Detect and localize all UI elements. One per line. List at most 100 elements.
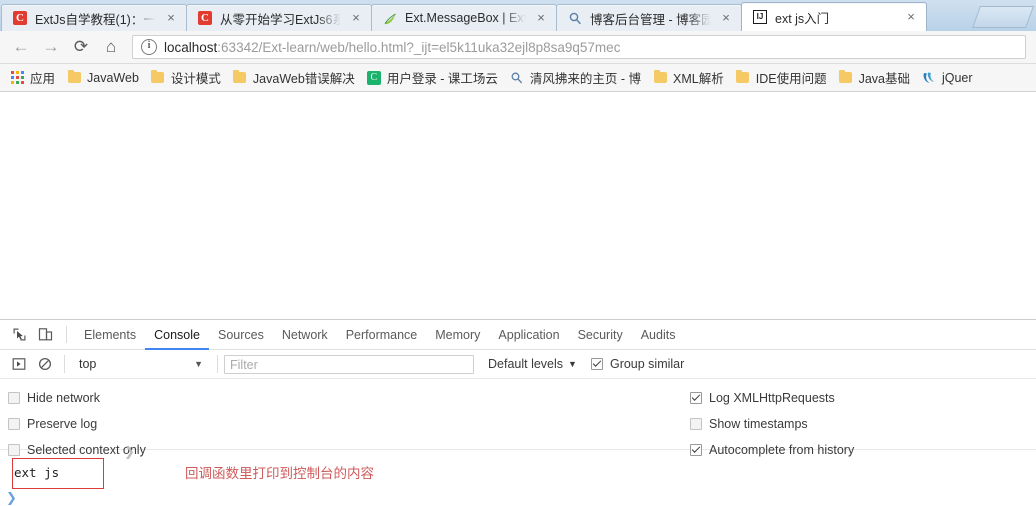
execute-snippet-icon[interactable] bbox=[6, 353, 32, 375]
csdn-icon: C bbox=[12, 10, 28, 26]
bookmark-apps[interactable]: 应用 bbox=[4, 67, 61, 89]
url-host: localhost bbox=[164, 39, 218, 55]
forward-button[interactable]: → bbox=[36, 33, 66, 61]
bookmark-javaweb-errors[interactable]: JavaWeb错误解决 bbox=[227, 67, 361, 89]
bookmarks-bar: 应用 JavaWeb 设计模式 JavaWeb错误解决 C 用户登录 - 课工场… bbox=[0, 64, 1036, 92]
setting-log-xmlhttprequests[interactable]: Log XMLHttpRequests bbox=[690, 385, 854, 411]
address-bar-url: localhost:63342/Ext-learn/web/hello.html… bbox=[164, 40, 620, 55]
console-output[interactable]: ❯ ext js ❯ 回调函数里打印到控制台的内容 bbox=[0, 444, 1036, 505]
jquery-icon bbox=[922, 71, 936, 85]
back-button[interactable]: ← bbox=[6, 33, 36, 61]
hide-network-checkbox[interactable] bbox=[8, 392, 20, 404]
folder-icon bbox=[151, 70, 165, 85]
devtools-panel: Elements Console Sources Network Perform… bbox=[0, 319, 1036, 505]
bookmark-label: 应用 bbox=[30, 72, 56, 86]
folder-icon bbox=[839, 70, 853, 85]
setting-label: Show timestamps bbox=[709, 417, 808, 431]
console-settings-pane: Hide network Preserve log Selected conte… bbox=[0, 379, 1036, 457]
group-similar-toggle[interactable]: Group similar bbox=[590, 357, 685, 371]
reload-icon[interactable]: ⟳ bbox=[66, 33, 96, 61]
tab-title: Ext.MessageBox | Ext JS bbox=[405, 11, 526, 25]
tab-close-button[interactable]: × bbox=[532, 9, 550, 27]
tab-title: 从零开始学习ExtJs6系列 bbox=[220, 12, 341, 27]
preserve-log-checkbox[interactable] bbox=[8, 418, 20, 430]
clear-console-icon[interactable] bbox=[32, 353, 58, 375]
bookmark-cnblogs-home[interactable]: 清风拂来的主页 - 博 bbox=[504, 67, 647, 89]
console-filter-bar: top ▼ Filter Default levels ▼ Group simi… bbox=[0, 350, 1036, 379]
tab-audits[interactable]: Audits bbox=[632, 320, 685, 350]
bookmark-ide-issues[interactable]: IDE使用问题 bbox=[730, 67, 833, 89]
tab-title: ext js入门 bbox=[775, 11, 830, 26]
setting-label: Preserve log bbox=[27, 417, 98, 431]
stray-prompt-arrow-icon: ❯ bbox=[124, 444, 135, 459]
tab-performance[interactable]: Performance bbox=[337, 320, 427, 350]
tab-elements[interactable]: Elements bbox=[75, 320, 145, 350]
log-levels-label: Default levels bbox=[488, 357, 564, 371]
setting-preserve-log[interactable]: Preserve log bbox=[8, 411, 146, 437]
bookmark-kgc-login[interactable]: C 用户登录 - 课工场云 bbox=[361, 67, 504, 89]
tab-sources[interactable]: Sources bbox=[209, 320, 273, 350]
browser-tab-5[interactable]: IJ ext js入门 × bbox=[741, 2, 927, 31]
tab-close-button[interactable]: × bbox=[347, 9, 365, 27]
bookmark-javaweb[interactable]: JavaWeb bbox=[61, 67, 145, 89]
inspect-element-icon[interactable] bbox=[6, 324, 32, 346]
show-timestamps-checkbox[interactable] bbox=[690, 418, 702, 430]
log-levels-dropdown[interactable]: Default levels ▼ bbox=[488, 357, 577, 371]
execution-context-selector[interactable]: top ▼ bbox=[71, 354, 211, 374]
browser-tab-4[interactable]: 博客后台管理 - 博客园 × bbox=[556, 4, 742, 31]
setting-show-timestamps[interactable]: Show timestamps bbox=[690, 411, 854, 437]
bookmark-xml-parsing[interactable]: XML解析 bbox=[647, 67, 730, 89]
bookmark-label: 设计模式 bbox=[170, 72, 221, 86]
devtools-panel-tabs: Elements Console Sources Network Perform… bbox=[75, 320, 684, 350]
devtools-toolbar: Elements Console Sources Network Perform… bbox=[0, 320, 1036, 350]
annotation-text: 回调函数里打印到控制台的内容 bbox=[185, 466, 374, 481]
browser-tab-3[interactable]: Ext.MessageBox | Ext JS × bbox=[371, 4, 557, 31]
bookmark-label: IDE使用问题 bbox=[755, 72, 827, 86]
tab-title: ExtJs自学教程(1)：一切 bbox=[35, 12, 156, 27]
folder-icon bbox=[736, 70, 750, 85]
tab-memory[interactable]: Memory bbox=[426, 320, 489, 350]
bookmark-design-patterns[interactable]: 设计模式 bbox=[145, 67, 227, 89]
home-icon[interactable]: ⌂ bbox=[96, 33, 126, 61]
log-xmlhttprequests-checkbox[interactable] bbox=[690, 392, 702, 404]
device-toolbar-icon[interactable] bbox=[32, 324, 58, 346]
navigation-bar: ← → ⟳ ⌂ i localhost:63342/Ext-learn/web/… bbox=[0, 31, 1036, 64]
chevron-down-icon: ▼ bbox=[568, 359, 577, 369]
sencha-leaf-icon bbox=[382, 10, 398, 26]
browser-tab-2[interactable]: C 从零开始学习ExtJs6系列 × bbox=[186, 4, 372, 31]
cnblogs-icon bbox=[567, 10, 583, 26]
csdn-icon: C bbox=[197, 10, 213, 26]
tab-strip: C ExtJs自学教程(1)：一切 × C 从零开始学习ExtJs6系列 × E… bbox=[0, 0, 1036, 31]
bookmark-jquery[interactable]: jQuer bbox=[916, 67, 979, 89]
bookmark-label: XML解析 bbox=[673, 72, 724, 86]
group-similar-label: Group similar bbox=[609, 357, 685, 371]
tab-close-button[interactable]: × bbox=[717, 9, 735, 27]
tab-console[interactable]: Console bbox=[145, 320, 209, 350]
setting-label: Hide network bbox=[27, 391, 100, 405]
bookmark-label: jQuer bbox=[941, 70, 973, 85]
tab-application[interactable]: Application bbox=[489, 320, 568, 350]
tab-close-button[interactable]: × bbox=[162, 9, 180, 27]
tab-network[interactable]: Network bbox=[273, 320, 337, 350]
bookmark-label: JavaWeb错误解决 bbox=[252, 72, 355, 86]
browser-tab-1[interactable]: C ExtJs自学教程(1)：一切 × bbox=[1, 4, 187, 31]
bookmark-label: 用户登录 - 课工场云 bbox=[386, 72, 498, 86]
page-viewport[interactable] bbox=[0, 92, 1036, 319]
bookmark-label: Java基础 bbox=[858, 72, 910, 86]
group-similar-checkbox[interactable] bbox=[590, 358, 603, 370]
idea-icon: IJ bbox=[752, 9, 768, 25]
console-log-message: ext js bbox=[14, 465, 60, 480]
tab-close-button[interactable]: × bbox=[902, 8, 920, 26]
tab-security[interactable]: Security bbox=[569, 320, 632, 350]
setting-hide-network[interactable]: Hide network bbox=[8, 385, 146, 411]
console-filter-input[interactable]: Filter bbox=[224, 354, 474, 374]
execution-context-value: top bbox=[79, 357, 97, 371]
folder-icon bbox=[233, 70, 247, 85]
address-bar[interactable]: i localhost:63342/Ext-learn/web/hello.ht… bbox=[132, 35, 1026, 59]
chevron-down-icon: ▼ bbox=[194, 359, 203, 369]
new-tab-button[interactable] bbox=[971, 6, 1035, 28]
site-info-icon[interactable]: i bbox=[141, 39, 157, 55]
bookmark-java-basics[interactable]: Java基础 bbox=[833, 67, 916, 89]
browser-window: C ExtJs自学教程(1)：一切 × C 从零开始学习ExtJs6系列 × E… bbox=[0, 0, 1036, 505]
apps-grid-icon bbox=[10, 71, 24, 85]
